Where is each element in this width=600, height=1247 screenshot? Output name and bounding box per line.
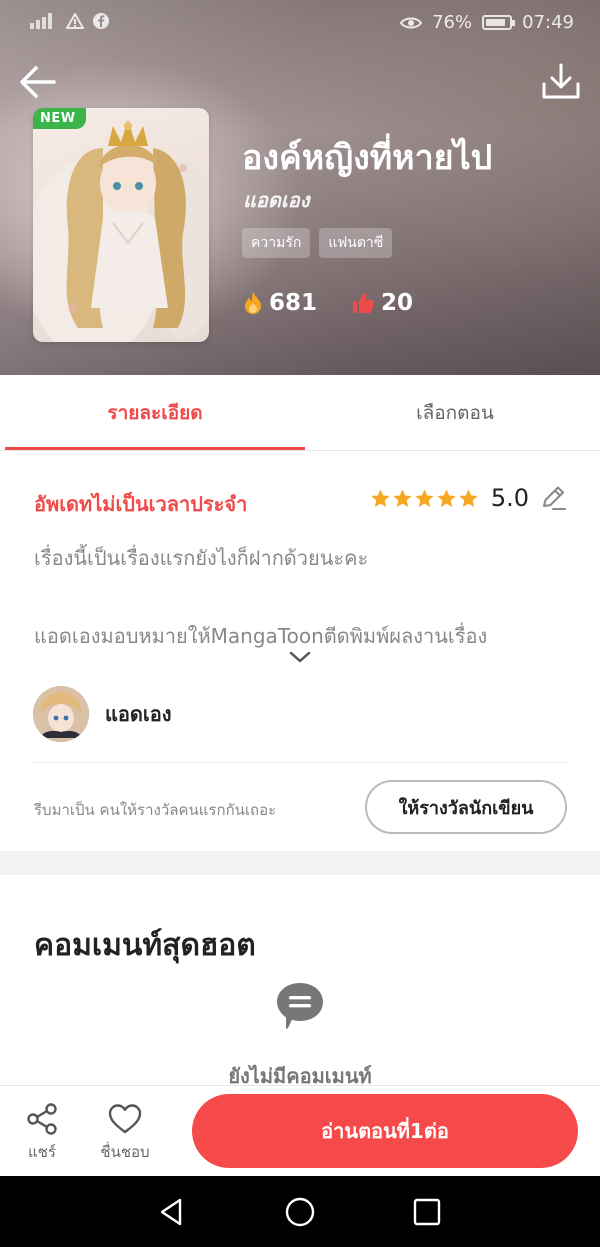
book-cover-image[interactable]: NEW [33,108,209,342]
tag-list: ความรัก แฟนตาซี [242,228,393,258]
likes-count: 20 [381,290,414,316]
tab-episodes[interactable]: เลือกตอน [305,375,600,451]
book-author[interactable]: แอดเอง [243,184,310,216]
battery-percent: 76% [432,12,473,33]
eye-comfort-icon [400,16,423,30]
circle-home-icon [285,1197,315,1227]
tab-bar: รายละเอียด เลือกตอน [0,375,600,451]
reward-prompt: รีบมาเป็น คนให้รางวัลคนแรกกันเถอะ [34,801,277,819]
favorite-button[interactable]: ชื่นชอบ [92,1102,158,1164]
download-icon [542,63,580,99]
comment-bubble-icon [274,980,326,1032]
active-tab-indicator [5,447,305,450]
square-recents-icon [413,1198,441,1226]
star-icon [371,488,390,507]
views-stat: 681 [243,290,317,316]
continue-reading-button[interactable]: อ่านตอนที่1ต่อ [192,1094,578,1168]
chevron-down-icon [289,651,311,663]
rating: 5.0 [370,484,567,512]
expand-description-button[interactable] [288,648,312,666]
book-stats: 681 20 [243,290,413,316]
share-button[interactable]: แชร์ [9,1102,75,1164]
triangle-back-icon [160,1198,182,1226]
signal-icon [30,13,58,29]
section-separator [0,851,600,875]
views-count: 681 [269,290,318,316]
tag-romance[interactable]: ความรัก [242,228,311,258]
heart-icon [108,1104,142,1134]
divider [33,762,567,763]
rating-stars [370,488,479,509]
system-back-button[interactable] [156,1196,188,1228]
likes-stat: 20 [351,290,413,316]
author-avatar[interactable] [33,686,89,742]
book-title: องค์หญิงที่หายไป [242,138,493,178]
star-icon [459,488,478,507]
system-home-button[interactable] [284,1196,316,1228]
status-bar: 76% 07:49 [0,0,600,46]
share-label: แชร์ [28,1143,56,1161]
favorite-label: ชื่นชอบ [100,1143,150,1161]
thumbs-up-icon [353,293,375,313]
hot-comments-title: คอมเมนท์สุดฮอต [34,928,256,963]
new-badge: NEW [33,108,86,129]
description-line-1: เรื่องนี้เป็นเรื่องแรกยังไงก็ฝากด้วยนะคะ [34,546,369,570]
download-button[interactable] [540,62,582,102]
facebook-icon [92,12,110,30]
arrow-left-icon [20,66,56,98]
tab-details[interactable]: รายละเอียด [5,375,305,451]
back-button[interactable] [16,60,60,104]
fire-icon [245,292,261,314]
share-icon [27,1103,57,1135]
battery-icon [482,15,516,30]
update-schedule: อัพเดทไม่เป็นเวลาประจำ [34,492,248,516]
reward-author-button[interactable]: ให้รางวัลนักเขียน [365,780,567,834]
star-icon [393,488,412,507]
system-recents-button[interactable] [411,1196,443,1228]
star-icon [415,488,434,507]
system-navigation-bar [0,1176,600,1247]
edit-pencil-icon[interactable] [539,484,567,512]
warning-icon [66,13,84,29]
author-name[interactable]: แอดเอง [105,698,172,730]
rating-value: 5.0 [490,484,529,512]
clock: 07:49 [522,12,574,33]
bottom-action-bar: แชร์ ชื่นชอบ อ่านตอนที่1ต่อ [0,1085,600,1176]
book-header: 76% 07:49 NEW องค์หญิงที่หายไป แอดเอง คว… [0,0,600,375]
avatar-illustration [33,686,89,742]
tag-fantasy[interactable]: แฟนตาซี [319,228,393,258]
star-icon [437,488,456,507]
cover-illustration [33,120,209,342]
author-row[interactable]: แอดเอง [33,686,172,742]
description-line-2: แอดเองมอบหมายให้MangaToonตีดพิมพ์ผลงานเร… [34,624,488,648]
